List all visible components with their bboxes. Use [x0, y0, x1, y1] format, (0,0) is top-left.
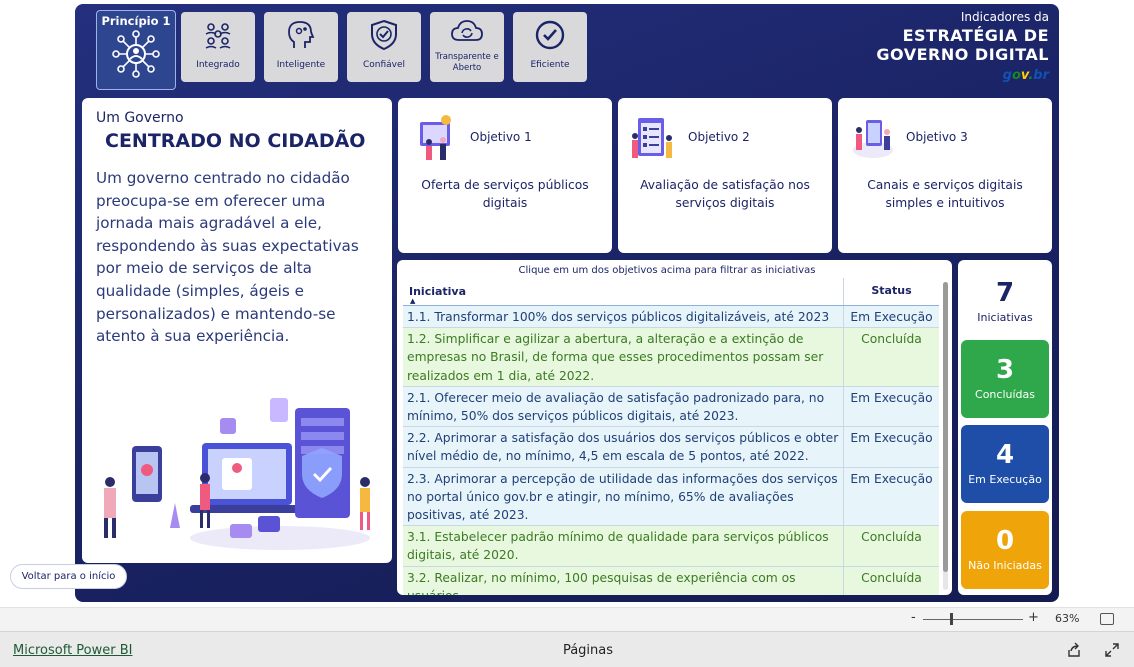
column-header-status[interactable]: Status: [843, 278, 939, 305]
zoom-slider[interactable]: [923, 619, 1023, 620]
objective-card-1[interactable]: Objetivo 1 Oferta de serviços públicos d…: [398, 98, 612, 253]
principle-description-panel: Um Governo CENTRADO NO CIDADÃO Um govern…: [82, 98, 392, 563]
integrated-people-icon: [205, 23, 231, 49]
objective-card-3[interactable]: Objetivo 3 Canais e serviços digitais si…: [838, 98, 1052, 253]
initiative-cell: 3.1. Estabelecer padrão mínimo de qualid…: [407, 530, 829, 563]
table-row[interactable]: 2.1. Oferecer meio de avaliação de satis…: [403, 386, 939, 428]
kpi-total-initiatives: 7 Iniciativas: [958, 278, 1052, 324]
scrollbar-thumb[interactable]: [943, 282, 948, 572]
zoom-out-button[interactable]: -: [911, 610, 916, 625]
satisfaction-survey-illustration-icon: [632, 118, 672, 158]
table-row[interactable]: 2.3. Aprimorar a percepção de utilidade …: [403, 467, 939, 527]
shield-check-icon: [371, 19, 397, 51]
brain-head-icon: [288, 21, 315, 48]
tab-transparente-aberto[interactable]: Transparente e Aberto: [430, 12, 504, 82]
brand-line-1: Indicadores da: [960, 10, 1049, 24]
kpi-label: Concluídas: [975, 388, 1035, 401]
kpi-value: 4: [995, 440, 1015, 470]
tab-label: Confiável: [362, 60, 406, 70]
sort-ascending-icon: ▲: [410, 297, 416, 305]
initiative-cell: 1.1. Transformar 100% dos serviços públi…: [407, 310, 830, 324]
column-header-initiative[interactable]: Iniciativa: [409, 285, 466, 298]
status-cell: Em Execução: [843, 427, 939, 467]
kpi-not-started[interactable]: 0 Não Iniciadas: [961, 511, 1049, 589]
objective-card-2[interactable]: Objetivo 2 Avaliação de satisfação nos s…: [618, 98, 832, 253]
fit-to-page-icon[interactable]: [1100, 613, 1114, 625]
powerbi-footer: Microsoft Power BI Páginas: [0, 631, 1134, 667]
brand-line-3: GOVERNO DIGITAL: [876, 45, 1049, 64]
table-body: 1.1. Transformar 100% dos serviços públi…: [403, 306, 939, 595]
initiative-cell: 2.3. Aprimorar a percepção de utilidade …: [407, 471, 838, 523]
network-people-icon: [112, 30, 160, 78]
status-cell: Em Execução: [843, 467, 939, 526]
kpi-value: 3: [995, 355, 1015, 385]
panel-subtitle: Um Governo: [96, 110, 184, 126]
objective-title: Objetivo 2: [688, 130, 750, 144]
zoom-level: 63%: [1055, 612, 1080, 625]
status-cell: Concluída: [843, 566, 939, 595]
panel-title: CENTRADO NO CIDADÃO: [105, 130, 366, 152]
table-header: Iniciativa ▲ Status: [403, 278, 939, 306]
fullscreen-icon[interactable]: [1104, 642, 1120, 658]
kpi-label: Iniciativas: [977, 311, 1033, 324]
initiative-cell: 3.2. Realizar, no mínimo, 100 pesquisas …: [407, 570, 796, 595]
tab-label: Eficiente: [530, 60, 570, 70]
digital-channels-illustration-icon: [853, 120, 893, 158]
tab-principio-1[interactable]: Princípio 1: [96, 10, 176, 90]
initiatives-table: Clique em um dos objetivos acima para fi…: [397, 260, 952, 595]
tab-title: Princípio 1: [101, 14, 171, 28]
filter-hint: Clique em um dos objetivos acima para fi…: [518, 265, 816, 276]
govbr-logo: gov.br: [1002, 68, 1049, 83]
status-cell: Concluída: [843, 328, 939, 386]
tab-label: Inteligente: [276, 60, 326, 70]
table-row[interactable]: 3.2. Realizar, no mínimo, 100 pesquisas …: [403, 566, 939, 595]
back-to-start-button[interactable]: Voltar para o início: [10, 564, 127, 589]
kpi-label: Não Iniciadas: [968, 559, 1042, 572]
tab-eficiente[interactable]: Eficiente: [513, 12, 587, 82]
kpi-completed[interactable]: 3 Concluídas: [961, 340, 1049, 418]
brand-line-2: ESTRATÉGIA DE: [902, 26, 1049, 45]
objective-description: Canais e serviços digitais simples e int…: [867, 178, 1023, 210]
tab-label: Integrado: [196, 60, 240, 70]
table-row[interactable]: 2.2. Aprimorar a satisfação dos usuários…: [403, 427, 939, 468]
initiative-cell: 1.2. Simplificar e agilizar a abertura, …: [407, 332, 824, 383]
kpi-panel: 7 Iniciativas 3 Concluídas 4 Em Execução…: [958, 260, 1052, 595]
check-circle-icon: [535, 20, 565, 50]
objective-title: Objetivo 1: [470, 130, 532, 144]
report-canvas: Princípio 1 Integrado Inteligente Confiá…: [75, 4, 1059, 602]
cloud-sync-icon: [451, 20, 483, 41]
online-services-illustration-icon: [420, 115, 451, 160]
table-row[interactable]: 1.1. Transformar 100% dos serviços públi…: [403, 306, 939, 329]
kpi-value: 0: [995, 526, 1015, 556]
kpi-value: 7: [995, 278, 1015, 308]
status-cell: Em Execução: [843, 386, 939, 427]
zoom-bar: - + 63%: [0, 607, 1134, 631]
digital-services-illustration: [104, 398, 370, 550]
share-icon[interactable]: [1066, 642, 1082, 658]
initiative-cell: 2.2. Aprimorar a satisfação dos usuários…: [407, 431, 839, 464]
tab-integrado[interactable]: Integrado: [181, 12, 255, 82]
panel-description: Um governo centrado no cidadão preocupa-…: [96, 169, 359, 346]
table-row[interactable]: 3.1. Estabelecer padrão mínimo de qualid…: [403, 526, 939, 567]
tab-confiavel[interactable]: Confiável: [347, 12, 421, 82]
kpi-label: Em Execução: [968, 473, 1042, 486]
objective-description: Oferta de serviços públicos digitais: [421, 178, 589, 210]
objective-description: Avaliação de satisfação nos serviços dig…: [640, 178, 810, 210]
zoom-in-button[interactable]: +: [1028, 610, 1039, 625]
objective-title: Objetivo 3: [906, 130, 968, 144]
table-row[interactable]: 1.2. Simplificar e agilizar a abertura, …: [403, 328, 939, 387]
brand-header: Indicadores da ESTRATÉGIA DE GOVERNO DIG…: [876, 10, 1049, 83]
zoom-slider-thumb[interactable]: [950, 613, 953, 625]
initiative-cell: 2.1. Oferecer meio de avaliação de satis…: [407, 390, 825, 424]
tab-label: Transparente e Aberto: [435, 52, 499, 73]
kpi-in-progress[interactable]: 4 Em Execução: [961, 425, 1049, 503]
tab-inteligente[interactable]: Inteligente: [264, 12, 338, 82]
status-cell: Concluída: [843, 526, 939, 566]
pages-button[interactable]: Páginas: [0, 643, 1134, 658]
status-cell: Em Execução: [843, 306, 939, 328]
table-scrollbar[interactable]: [943, 282, 948, 590]
